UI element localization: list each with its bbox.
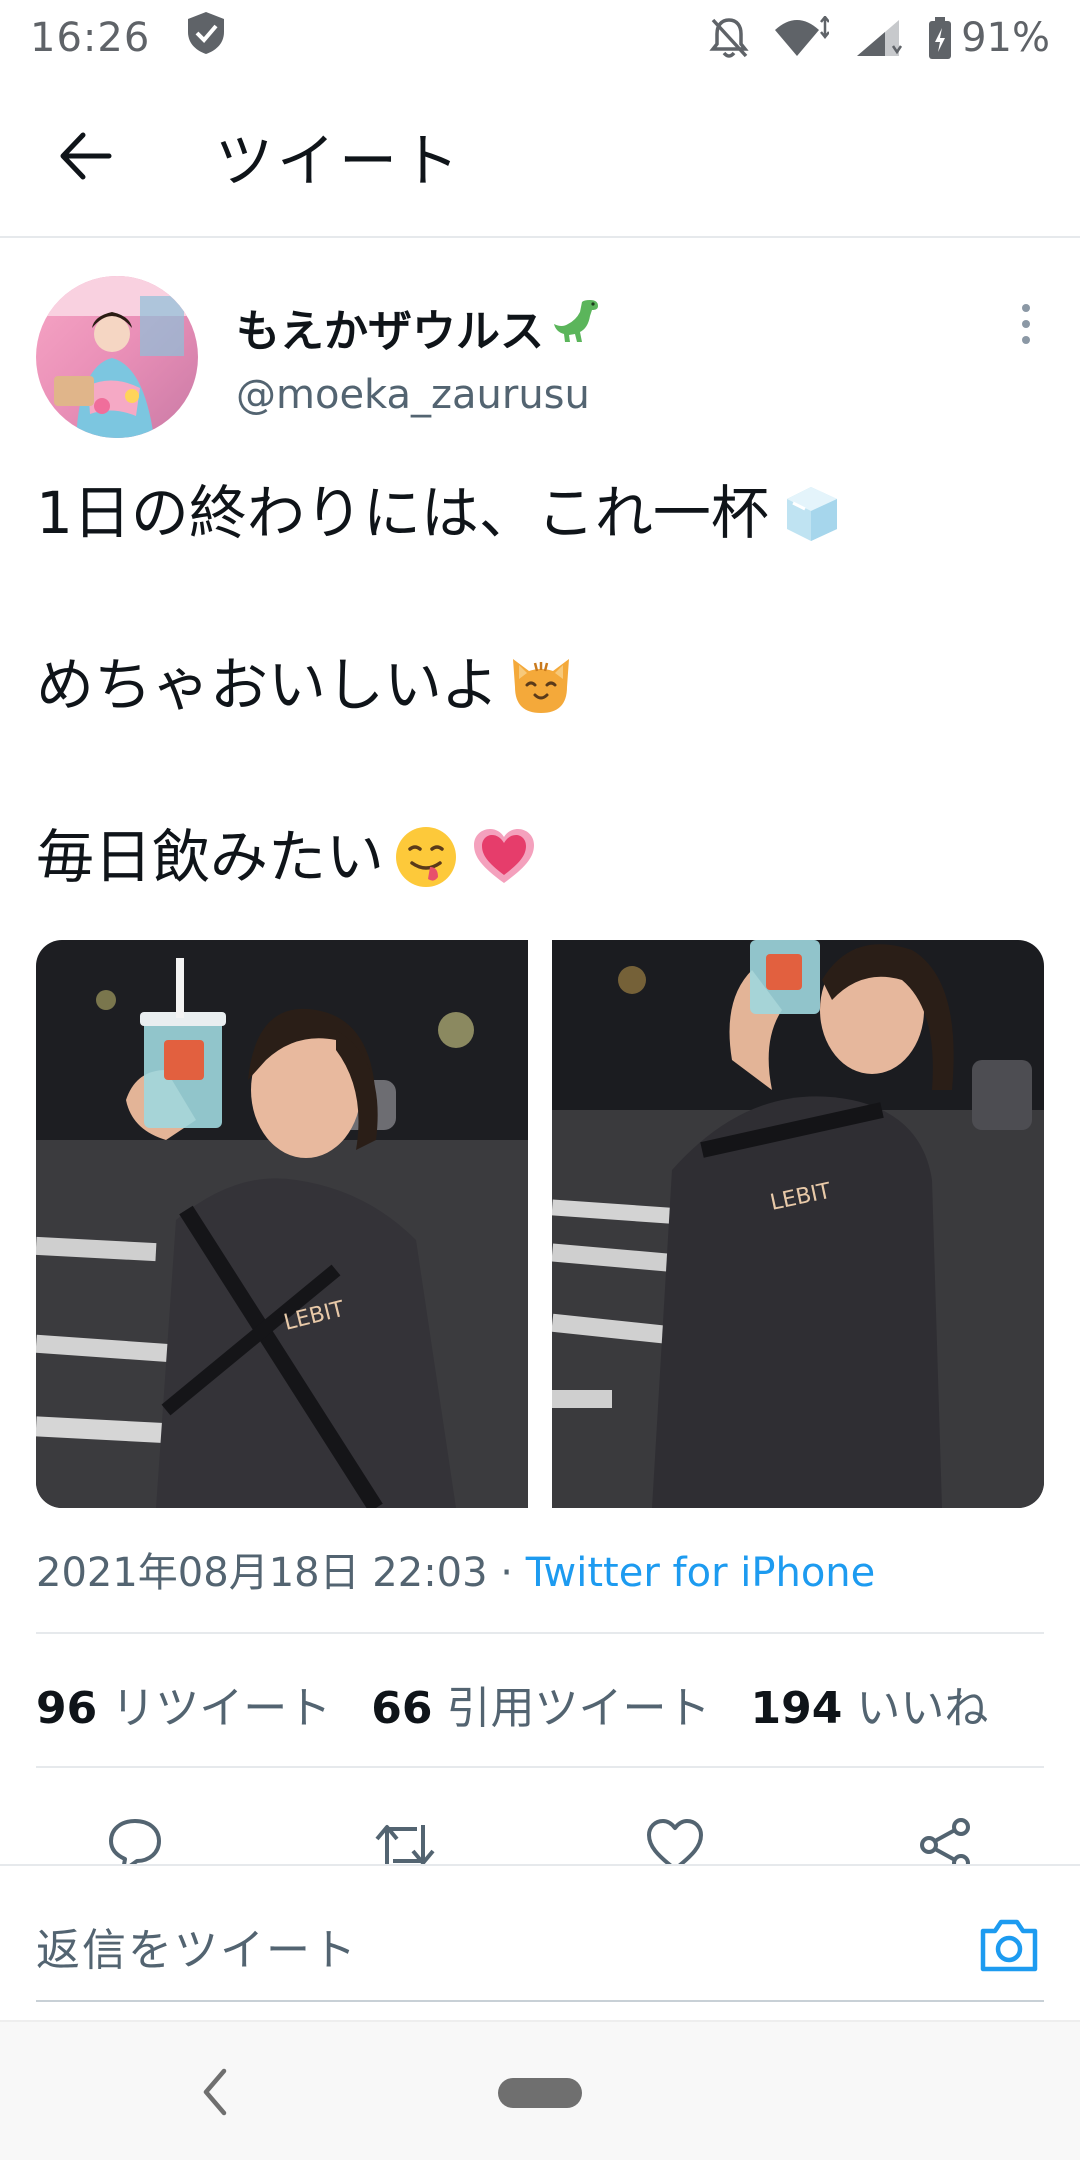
back-button[interactable] xyxy=(40,111,130,201)
status-icons: 91% xyxy=(709,15,1050,61)
ice-cube-icon xyxy=(775,477,847,549)
wifi-icon xyxy=(773,16,830,60)
tweet-photo[interactable]: LEBIT xyxy=(36,940,528,1508)
retweets-stat[interactable]: 96 リツイート xyxy=(36,1672,331,1736)
heart-icon xyxy=(468,821,540,893)
shield-icon xyxy=(184,10,228,66)
tweet-meta: 2021年08月18日 22:03 · Twitter for iPhone xyxy=(36,1540,875,1598)
reply-button[interactable] xyxy=(100,1810,170,1866)
share-button[interactable] xyxy=(910,1810,980,1866)
likes-count: 194 xyxy=(750,1683,843,1734)
tweet-actions xyxy=(0,1800,1080,1866)
tweet-media: LEBIT LEBIT xyxy=(36,940,1044,1508)
camera-button[interactable] xyxy=(974,1910,1044,1980)
quotes-stat[interactable]: 66 引用ツイート xyxy=(371,1672,710,1736)
handle[interactable]: @moeka_zaurusu xyxy=(236,372,590,418)
tweet-line-text: 1日の終わりには、これ一杯 xyxy=(36,479,769,547)
divider xyxy=(36,1632,1044,1634)
quotes-count: 66 xyxy=(371,1683,433,1734)
chevron-left-icon xyxy=(203,2068,227,2116)
like-button[interactable] xyxy=(640,1810,710,1866)
battery-indicator: 91% xyxy=(927,15,1050,61)
reply-input[interactable]: 返信をツイート xyxy=(36,1914,358,1978)
signal-icon xyxy=(853,16,903,60)
reply-icon xyxy=(109,1819,161,1866)
retweet-button[interactable] xyxy=(370,1810,440,1866)
yum-face-icon xyxy=(390,821,462,893)
more-dot-icon xyxy=(1022,304,1030,312)
battery-icon xyxy=(927,16,953,60)
quotes-label: 引用ツイート xyxy=(446,1683,711,1734)
tweet-author: もえかザウルス @moeka_zaurusu xyxy=(36,272,1046,442)
timestamp: 2021年08月18日 22:03 · xyxy=(36,1550,526,1596)
avatar[interactable] xyxy=(36,276,198,438)
more-dot-icon xyxy=(1022,320,1030,328)
more-dot-icon xyxy=(1022,336,1030,344)
battery-percent: 91% xyxy=(961,15,1050,61)
tweet-line: 1日の終わりには、これ一杯 xyxy=(36,470,1046,556)
likes-label: いいね xyxy=(856,1683,989,1734)
nav-home-pill[interactable] xyxy=(498,2078,582,2108)
likes-stat[interactable]: 194 いいね xyxy=(750,1672,988,1736)
status-time: 16:26 xyxy=(30,15,151,61)
tweet-line: 毎日飲みたい xyxy=(36,814,1046,900)
tweet-line-text: めちゃおいしいよ xyxy=(36,651,499,719)
tweet-stats: 96 リツイート 66 引用ツイート 194 いいね xyxy=(36,1672,988,1736)
tweet-line-text: 毎日飲みたい xyxy=(36,823,385,891)
display-name-text: もえかザウルス xyxy=(236,305,544,357)
cat-face-icon xyxy=(505,649,577,721)
app-bar: ツイート xyxy=(0,76,1080,238)
tweet-line: めちゃおいしいよ xyxy=(36,642,1046,728)
tweet-photo[interactable]: LEBIT xyxy=(552,940,1044,1508)
status-bar: 16:26 91% xyxy=(0,0,1080,76)
retweets-count: 96 xyxy=(36,1683,98,1734)
nav-back-button[interactable] xyxy=(190,2062,240,2122)
system-nav-bar xyxy=(0,2020,1080,2160)
reply-composer: 返信をツイート xyxy=(0,1864,1080,2020)
retweets-label: リツイート xyxy=(111,1683,332,1734)
dinosaur-icon xyxy=(550,294,604,359)
share-icon xyxy=(920,1818,970,1866)
more-options-button[interactable] xyxy=(1006,294,1046,354)
source-link[interactable]: Twitter for iPhone xyxy=(526,1550,876,1596)
page-title: ツイート xyxy=(215,127,464,195)
reply-underline xyxy=(36,2000,1044,2002)
arrow-left-icon xyxy=(60,132,112,180)
bell-off-icon xyxy=(709,16,749,60)
display-name[interactable]: もえかザウルス xyxy=(236,294,604,359)
divider xyxy=(36,1766,1044,1768)
like-icon xyxy=(647,1819,703,1866)
retweet-icon xyxy=(375,1825,435,1865)
camera-icon xyxy=(980,1919,1038,1972)
tweet-text: 1日の終わりには、これ一杯 めちゃおいしいよ 毎日飲みたい xyxy=(36,470,1046,900)
